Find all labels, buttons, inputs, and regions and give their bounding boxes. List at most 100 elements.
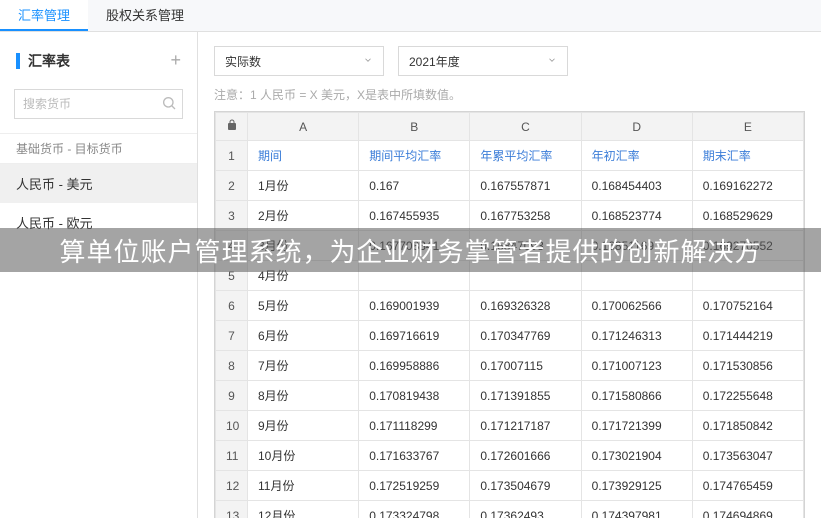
table-row: 1110月份0.1716337670.1726016660.1730219040… [216,441,804,471]
table-cell[interactable]: 0.171246313 [581,321,692,351]
table-row: 32月份0.1674559350.1677532580.1685237740.1… [216,201,804,231]
col-header[interactable]: 年初汇率 [581,141,692,171]
measure-value: 实际数 [225,53,261,70]
table-cell[interactable]: 0.171850842 [692,411,803,441]
section-title-wrap: 汇率表 [16,51,70,71]
table-letter-row: A B C D E [216,113,804,141]
table-cell[interactable]: 0.171118299 [359,411,470,441]
main-area: 汇率表 + 基础货币 - 目标货币 人民币 - 美元 人民币 - 欧元 实际数 … [0,32,821,518]
table-cell[interactable]: 0.167557871 [470,171,581,201]
table-cell[interactable]: 10月份 [248,441,359,471]
table-cell[interactable]: 0.17362493 [470,501,581,518]
table-row: 87月份0.1699588860.170071150.1710071230.17… [216,351,804,381]
row-number: 3 [216,201,248,231]
table-cell[interactable]: 0.171391855 [470,381,581,411]
table-cell[interactable]: 0.171580866 [581,381,692,411]
table-cell[interactable]: 0.169716619 [359,321,470,351]
measure-dropdown[interactable]: 实际数 [214,46,384,76]
table-cell[interactable]: 0.169162272 [692,171,803,201]
table-cell[interactable]: 0.171530856 [692,351,803,381]
table-cell[interactable]: 0.170819438 [359,381,470,411]
row-number: 9 [216,381,248,411]
table-cell[interactable]: 0.167753258 [470,201,581,231]
table-cell[interactable]: 11月份 [248,471,359,501]
row-number: 8 [216,351,248,381]
col-letter: E [692,113,803,141]
row-number: 7 [216,321,248,351]
search-wrap [14,89,183,119]
table-cell[interactable]: 0.167455935 [359,201,470,231]
table-row: 98月份0.1708194380.1713918550.1715808660.1… [216,381,804,411]
add-icon[interactable]: + [170,50,181,71]
table-cell[interactable]: 0.168454403 [581,171,692,201]
table-cell[interactable]: 0.172519259 [359,471,470,501]
table-row: 65月份0.1690019390.1693263280.1700625660.1… [216,291,804,321]
search-input[interactable] [14,89,183,119]
table-cell[interactable]: 0.170752164 [692,291,803,321]
table-cell[interactable]: 0.171444219 [692,321,803,351]
table-cell[interactable]: 8月份 [248,381,359,411]
table-cell[interactable]: 7月份 [248,351,359,381]
table-cell[interactable]: 0.169001939 [359,291,470,321]
row-number: 10 [216,411,248,441]
period-value: 2021年度 [409,53,460,70]
table-cell[interactable]: 0.168523774 [581,201,692,231]
table-cell[interactable]: 0.169326328 [470,291,581,321]
table-row: 21月份0.1670.1675578710.1684544030.1691622… [216,171,804,201]
col-letter: C [470,113,581,141]
table-cell[interactable]: 5月份 [248,291,359,321]
table-cell[interactable]: 0.171217187 [470,411,581,441]
sidebar: 汇率表 + 基础货币 - 目标货币 人民币 - 美元 人民币 - 欧元 [0,32,198,518]
table-cell[interactable]: 0.170347769 [470,321,581,351]
section-header: 汇率表 + [0,44,197,81]
content: 实际数 2021年度 注意：1 人民币 = X 美元，X是表中所填数值。 [198,32,821,518]
chevron-down-icon [363,54,373,68]
table-cell[interactable]: 0.174694869 [692,501,803,518]
table-body: 21月份0.1670.1675578710.1684544030.1691622… [216,171,804,518]
row-number: 13 [216,501,248,518]
group-label: 基础货币 - 目标货币 [0,133,197,164]
main-tabs: 汇率管理 股权关系管理 [0,0,821,32]
row-number: 1 [216,141,248,171]
table-cell[interactable]: 0.17007115 [470,351,581,381]
col-header[interactable]: 期间 [248,141,359,171]
table-cell[interactable]: 6月份 [248,321,359,351]
table-cell[interactable]: 0.171721399 [581,411,692,441]
table-cell[interactable]: 0.170062566 [581,291,692,321]
currency-pair-item[interactable]: 人民币 - 美元 [0,164,197,203]
table-cell[interactable]: 2月份 [248,201,359,231]
table-cell[interactable]: 0.171633767 [359,441,470,471]
table-cell[interactable]: 0.168529629 [692,201,803,231]
period-dropdown[interactable]: 2021年度 [398,46,568,76]
table-cell[interactable]: 9月份 [248,411,359,441]
table-cell[interactable]: 0.172255648 [692,381,803,411]
note-text: 注意：1 人民币 = X 美元，X是表中所填数值。 [214,86,805,103]
table-cell[interactable]: 0.172601666 [470,441,581,471]
table-cell[interactable]: 0.167 [359,171,470,201]
col-header[interactable]: 期间平均汇率 [359,141,470,171]
table-cell[interactable]: 0.174397981 [581,501,692,518]
table-cell[interactable]: 0.171007123 [581,351,692,381]
table-cell[interactable]: 1月份 [248,171,359,201]
table-cell[interactable]: 12月份 [248,501,359,518]
table-cell[interactable]: 0.169958886 [359,351,470,381]
table-cell[interactable]: 0.173021904 [581,441,692,471]
table-cell[interactable]: 0.173324798 [359,501,470,518]
controls-row: 实际数 2021年度 [214,46,805,76]
col-letter: A [248,113,359,141]
tab-equity-management[interactable]: 股权关系管理 [88,0,202,31]
table-row: 109月份0.1711182990.1712171870.1717213990.… [216,411,804,441]
table-cell[interactable]: 0.173929125 [581,471,692,501]
section-indicator [16,53,20,69]
table-cell[interactable]: 0.173504679 [470,471,581,501]
table-cell[interactable]: 0.174765459 [692,471,803,501]
tab-rate-management[interactable]: 汇率管理 [0,0,88,31]
col-letter: B [359,113,470,141]
table-cell[interactable]: 0.173563047 [692,441,803,471]
overlay-banner: 算单位账户管理系统，为企业财务掌管者提供的创新解决方 [0,228,821,272]
search-icon[interactable] [161,95,177,114]
rate-table-wrap: A B C D E 1 期间 期间平均汇率 年累平均汇率 年初汇率 期末汇率 [214,111,805,518]
row-number: 11 [216,441,248,471]
col-header[interactable]: 期末汇率 [692,141,803,171]
col-header[interactable]: 年累平均汇率 [470,141,581,171]
